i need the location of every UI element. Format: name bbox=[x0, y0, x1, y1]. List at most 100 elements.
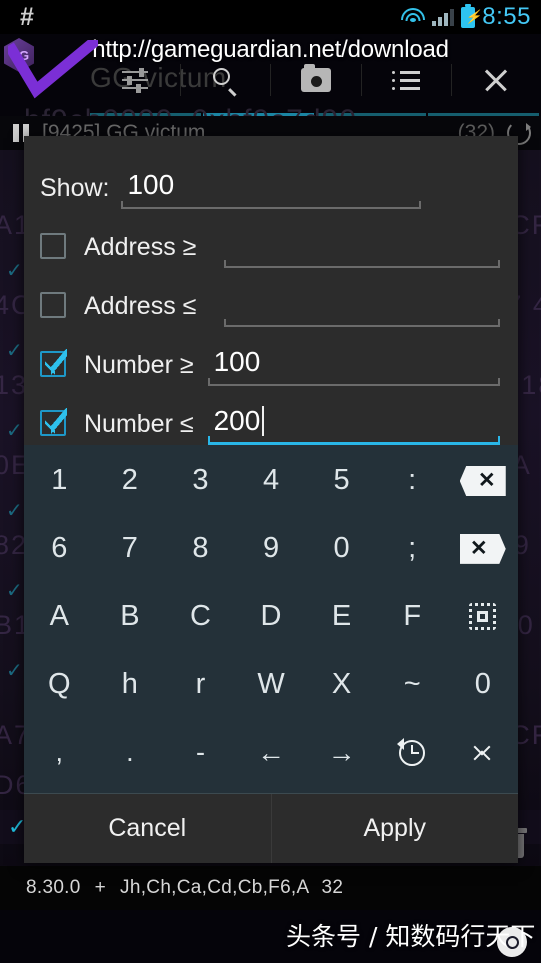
field-underline-focused bbox=[207, 436, 501, 445]
key-tilde[interactable]: ~ bbox=[377, 651, 448, 719]
dialog-form: Show: 100 Address ≥ Address ≤ Number ≥ 1… bbox=[24, 136, 518, 445]
keyboard-row: 6 7 8 9 0 ; ✕ bbox=[24, 515, 518, 583]
key-q[interactable]: Q bbox=[24, 651, 95, 719]
number-lte-value: 200 bbox=[208, 401, 500, 441]
collapse-keyboard-icon bbox=[471, 738, 495, 768]
key-colon[interactable]: : bbox=[377, 447, 448, 515]
footer-flags: Jh,Ch,Ca,Cd,Cb,F6,A bbox=[120, 877, 310, 898]
phone-screen: A1 C1 5A 1C 1C 24 B1 2D 2B 1C 2C CF 1A 4… bbox=[0, 0, 541, 963]
show-field[interactable]: 100 bbox=[121, 165, 422, 209]
key-arrow-right[interactable]: → bbox=[306, 719, 377, 787]
checkbox-number-lte[interactable] bbox=[40, 408, 67, 436]
footer-version: 8.30.0 bbox=[26, 877, 81, 898]
key-0[interactable]: 0 bbox=[306, 515, 377, 583]
keyboard-row: A B C D E F bbox=[24, 583, 518, 651]
history-icon bbox=[397, 737, 427, 768]
app-footer-status: 8.30.0 + Jh,Ch,Ca,Cd,Cb,F6,A 32 bbox=[0, 866, 541, 910]
field-underline bbox=[224, 260, 500, 268]
key-h[interactable]: h bbox=[95, 651, 166, 719]
checkbox-address-gte[interactable] bbox=[40, 233, 66, 259]
apply-button[interactable]: Apply bbox=[270, 793, 519, 863]
checkbox-number-gte[interactable] bbox=[40, 349, 67, 377]
close-button[interactable] bbox=[450, 56, 541, 104]
field-underline bbox=[224, 319, 500, 327]
key-4[interactable]: 4 bbox=[236, 447, 307, 515]
list-button[interactable] bbox=[360, 56, 451, 104]
battery-charging-icon: ⚡ bbox=[461, 3, 481, 28]
keyboard-row: 1 2 3 4 5 : ✕ bbox=[24, 447, 518, 515]
row-address-gte: Address ≥ bbox=[24, 209, 518, 268]
close-icon bbox=[482, 66, 510, 94]
checkbox-address-lte[interactable] bbox=[40, 292, 66, 318]
key-a[interactable]: A bbox=[24, 583, 95, 651]
clock: 8:55 bbox=[482, 3, 531, 30]
sliders-icon bbox=[122, 68, 149, 93]
label-number-lte: Number ≤ bbox=[84, 410, 194, 438]
key-backspace[interactable]: ✕ bbox=[447, 447, 518, 515]
key-arrow-left[interactable]: ← bbox=[236, 719, 307, 787]
key-minus[interactable]: - bbox=[165, 719, 236, 787]
hex-keyboard: 1 2 3 4 5 : ✕ 6 7 8 9 0 ; ✕ A B C D E F … bbox=[24, 445, 518, 793]
key-2[interactable]: 2 bbox=[95, 447, 166, 515]
label-address-lte: Address ≤ bbox=[84, 292, 197, 320]
search-icon bbox=[212, 67, 238, 96]
app-toolbar: GG victum bbox=[90, 56, 541, 104]
number-lte-field[interactable]: 200 bbox=[207, 401, 501, 445]
keyboard-row: Q h r W X ~ 0 bbox=[24, 651, 518, 719]
key-select-all[interactable] bbox=[447, 583, 518, 651]
eye-icon bbox=[497, 927, 527, 957]
number-gte-field[interactable]: 100 bbox=[207, 342, 501, 386]
key-collapse-keyboard[interactable] bbox=[447, 719, 518, 787]
field-underline bbox=[121, 201, 422, 209]
key-1[interactable]: 1 bbox=[24, 447, 95, 515]
key-3[interactable]: 3 bbox=[165, 447, 236, 515]
camera-button[interactable] bbox=[270, 56, 360, 104]
key-c[interactable]: C bbox=[165, 583, 236, 651]
status-icons: ⚡ 8:55 bbox=[401, 3, 531, 31]
key-x[interactable]: X bbox=[306, 651, 377, 719]
number-gte-value: 100 bbox=[213, 346, 261, 377]
key-5[interactable]: 5 bbox=[306, 447, 377, 515]
row-address-lte: Address ≤ bbox=[24, 268, 518, 327]
key-f[interactable]: F bbox=[377, 583, 448, 651]
signal-bars-icon bbox=[432, 8, 455, 26]
key-comma[interactable]: , bbox=[24, 719, 95, 787]
label-number-gte: Number ≥ bbox=[84, 351, 194, 379]
select-all-icon bbox=[469, 603, 497, 631]
key-semicolon[interactable]: ; bbox=[377, 515, 448, 583]
cancel-button[interactable]: Cancel bbox=[24, 794, 271, 863]
backspace-icon: ✕ bbox=[459, 465, 506, 496]
sliders-button[interactable] bbox=[90, 56, 180, 104]
search-button[interactable] bbox=[180, 56, 270, 104]
key-delete-forward[interactable]: ✕ bbox=[447, 515, 518, 583]
key-w[interactable]: W bbox=[236, 651, 307, 719]
key-8[interactable]: 8 bbox=[165, 515, 236, 583]
key-history[interactable] bbox=[377, 719, 448, 787]
key-e[interactable]: E bbox=[306, 583, 377, 651]
show-value: 100 bbox=[127, 169, 175, 200]
row-number-gte: Number ≥ 100 bbox=[24, 327, 518, 386]
wifi-icon bbox=[401, 7, 426, 27]
label-show: Show: bbox=[40, 174, 110, 202]
key-zero-alt[interactable]: 0 bbox=[447, 651, 518, 719]
address-gte-field[interactable] bbox=[224, 224, 500, 268]
key-6[interactable]: 6 bbox=[24, 515, 95, 583]
key-period[interactable]: . bbox=[95, 719, 166, 787]
key-7[interactable]: 7 bbox=[95, 515, 166, 583]
key-9[interactable]: 9 bbox=[236, 515, 307, 583]
system-status-bar: # ⚡ 8:55 bbox=[0, 0, 541, 34]
key-b[interactable]: B bbox=[95, 583, 166, 651]
delete-forward-icon: ✕ bbox=[459, 533, 506, 564]
row-number-lte: Number ≤ 200 bbox=[24, 386, 518, 445]
key-r[interactable]: r bbox=[165, 651, 236, 719]
filter-dialog: Show: 100 Address ≥ Address ≤ Number ≥ 1… bbox=[24, 136, 518, 863]
hash-icon: # bbox=[20, 2, 34, 31]
row-show: Show: 100 bbox=[24, 150, 518, 209]
key-d[interactable]: D bbox=[236, 583, 307, 651]
footer-count: 32 bbox=[321, 877, 344, 898]
address-lte-field[interactable] bbox=[224, 283, 500, 327]
keyboard-row: , . - ← → bbox=[24, 719, 518, 787]
bolt-glyph: ⚡ bbox=[465, 8, 482, 24]
camera-icon bbox=[300, 64, 331, 92]
label-address-gte: Address ≥ bbox=[84, 233, 197, 261]
